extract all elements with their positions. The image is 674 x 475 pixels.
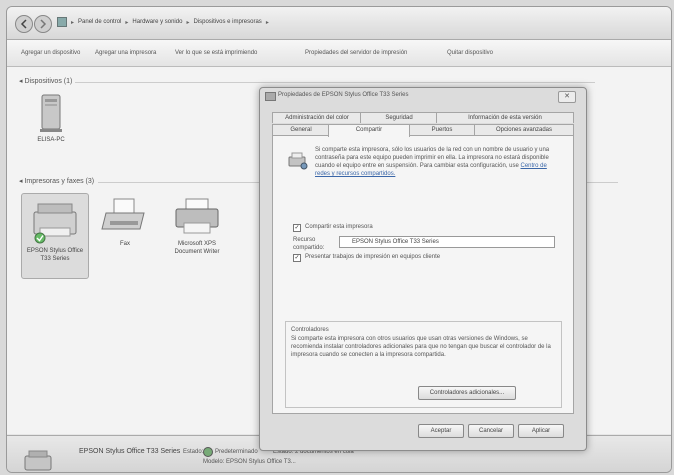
print-server-properties-button[interactable]: Propiedades del servidor de impresión bbox=[305, 50, 407, 56]
share-name-label: Recurso compartido: bbox=[293, 237, 325, 251]
device-label: ELISA-PC bbox=[37, 137, 65, 143]
apply-button[interactable]: Aplicar bbox=[518, 424, 564, 438]
share-printer-label: Compartir esta impresora bbox=[305, 224, 373, 230]
add-device-button[interactable]: Agregar un dispositivo bbox=[21, 50, 80, 56]
forward-arrow-icon bbox=[40, 19, 47, 29]
model-text: Modelo: EPSON Stylus Office T3... bbox=[203, 459, 296, 465]
back-button[interactable] bbox=[15, 15, 33, 33]
tab-sharing[interactable]: Compartir bbox=[328, 124, 410, 137]
printer-icon bbox=[175, 198, 219, 234]
printer-label: Microsoft XPS Document Writer bbox=[174, 241, 220, 255]
tab-color-management[interactable]: Administración del color bbox=[272, 112, 362, 123]
breadcrumb-item[interactable]: Hardware y sonido bbox=[132, 19, 182, 25]
tab-ports[interactable]: Puertos bbox=[408, 124, 476, 135]
printer-label: EPSON Stylus Office T33 Series bbox=[26, 248, 84, 262]
add-printer-button[interactable]: Agregar una impresora bbox=[95, 50, 156, 56]
dialog-title: Propiedades de EPSON Stylus Office T33 S… bbox=[278, 92, 409, 98]
back-arrow-icon bbox=[20, 19, 27, 29]
additional-drivers-button[interactable]: Controladores adicionales... bbox=[418, 386, 516, 400]
see-printing-button[interactable]: Ver lo que se está imprimiendo bbox=[175, 50, 257, 56]
section-label: Impresoras y faxes (3) bbox=[24, 178, 95, 185]
cancel-button[interactable]: Cancelar bbox=[468, 424, 514, 438]
device-item-elisa-pc[interactable]: ELISA-PC bbox=[29, 93, 73, 144]
ok-button[interactable]: Aceptar bbox=[418, 424, 464, 438]
printer-item-fax[interactable]: Fax bbox=[95, 197, 155, 248]
section-label: Dispositivos (1) bbox=[24, 78, 73, 85]
sharing-info-text: Si comparte esta impresora, sólo los usu… bbox=[315, 146, 555, 178]
computer-tower-icon bbox=[40, 94, 62, 132]
tab-general[interactable]: General bbox=[272, 124, 330, 135]
forward-button[interactable] bbox=[34, 15, 52, 33]
render-jobs-checkbox[interactable]: ✓ bbox=[293, 254, 301, 262]
close-icon[interactable]: ✕ bbox=[558, 91, 576, 103]
command-bar: Agregar un dispositivo Agregar una impre… bbox=[7, 40, 671, 67]
status-value: Predeterminado bbox=[215, 449, 258, 455]
dialog-printer-icon bbox=[265, 92, 276, 101]
selected-printer-name: EPSON Stylus Office T33 Series bbox=[79, 448, 181, 455]
breadcrumb: ▸ Panel de control ▸ Hardware y sonido ▸… bbox=[57, 17, 269, 27]
render-jobs-label: Presentar trabajos de impresión en equip… bbox=[305, 254, 441, 260]
status-label: Estado: bbox=[183, 449, 204, 455]
breadcrumb-item[interactable]: Panel de control bbox=[78, 19, 121, 25]
shared-printer-icon bbox=[288, 152, 308, 170]
printer-properties-dialog: Propiedades de EPSON Stylus Office T33 S… bbox=[259, 87, 587, 451]
address-bar: ▸ Panel de control ▸ Hardware y sonido ▸… bbox=[7, 7, 671, 40]
sharing-panel: Si comparte esta impresora, sólo los usu… bbox=[272, 135, 574, 414]
tab-security[interactable]: Seguridad bbox=[360, 112, 438, 123]
drivers-text: Si comparte esta impresora con otros usu… bbox=[291, 336, 551, 358]
info-text: Si comparte esta impresora, sólo los usu… bbox=[315, 147, 550, 169]
multifunction-printer-icon bbox=[33, 203, 77, 244]
explorer-window: ▸ Panel de control ▸ Hardware y sonido ▸… bbox=[6, 6, 672, 473]
tab-version-info[interactable]: Información de esta versión bbox=[436, 112, 574, 123]
devices-section-header[interactable]: ◂ Dispositivos (1) bbox=[19, 77, 599, 85]
default-check-icon bbox=[203, 447, 213, 457]
printer-item-epson[interactable]: EPSON Stylus Office T33 Series bbox=[21, 193, 89, 279]
tab-advanced[interactable]: Opciones avanzadas bbox=[474, 124, 574, 135]
printers-section-header[interactable]: ◂ Impresoras y faxes (3) bbox=[19, 177, 619, 185]
share-name-input[interactable]: EPSON Stylus Office T33 Series bbox=[339, 236, 555, 248]
share-printer-checkbox[interactable]: ✓ bbox=[293, 224, 301, 232]
fax-icon bbox=[101, 198, 145, 230]
breadcrumb-item[interactable]: Dispositivos e impresoras bbox=[193, 19, 261, 25]
printer-thumbnail-icon bbox=[24, 450, 52, 471]
remove-device-button[interactable]: Quitar dispositivo bbox=[447, 50, 493, 56]
printer-item-xps[interactable]: Microsoft XPS Document Writer bbox=[165, 197, 229, 256]
drivers-group: Controladores Si comparte esta impresora… bbox=[285, 321, 562, 408]
control-panel-icon bbox=[57, 17, 67, 27]
drivers-title: Controladores bbox=[291, 327, 329, 333]
printer-label: Fax bbox=[119, 241, 130, 247]
